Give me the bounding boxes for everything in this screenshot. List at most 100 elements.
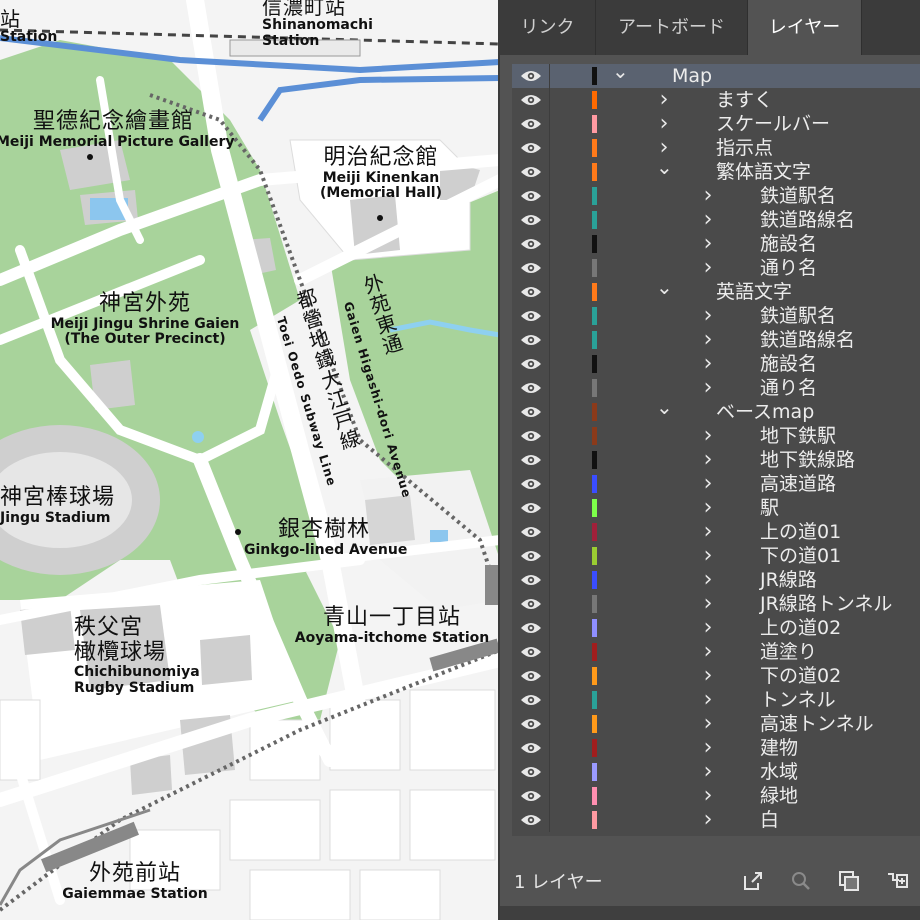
layer-row[interactable]: › 上の道01: [512, 520, 920, 544]
chevron-right-icon[interactable]: ›: [700, 256, 716, 280]
visibility-eye-icon[interactable]: [520, 285, 542, 299]
visibility-eye-icon[interactable]: [520, 141, 542, 155]
chevron-right-icon[interactable]: ›: [700, 496, 716, 520]
tab-links[interactable]: リンク: [500, 0, 596, 55]
new-sublayer-icon[interactable]: [886, 870, 908, 892]
layer-row[interactable]: › ますく: [512, 88, 920, 112]
layer-row[interactable]: › 通り名: [512, 376, 920, 400]
layer-row[interactable]: › JR線路: [512, 568, 920, 592]
visibility-eye-icon[interactable]: [520, 717, 542, 731]
layer-row[interactable]: › 地下鉄駅: [512, 424, 920, 448]
chevron-right-icon[interactable]: ›: [700, 328, 716, 352]
layer-row[interactable]: › 道塗り: [512, 640, 920, 664]
layer-row[interactable]: › 下の道01: [512, 544, 920, 568]
layer-row[interactable]: › 鉄道路線名: [512, 328, 920, 352]
layer-row[interactable]: › 通り名: [512, 256, 920, 280]
visibility-eye-icon[interactable]: [520, 405, 542, 419]
chevron-right-icon[interactable]: ›: [700, 544, 716, 568]
chevron-right-icon[interactable]: ›: [700, 808, 716, 832]
panel-resize-grip[interactable]: [500, 906, 920, 920]
chevron-right-icon[interactable]: ›: [700, 592, 716, 616]
layer-row[interactable]: › 高速道路: [512, 472, 920, 496]
chevron-right-icon[interactable]: ›: [700, 784, 716, 808]
chevron-right-icon[interactable]: ›: [700, 616, 716, 640]
visibility-eye-icon[interactable]: [520, 621, 542, 635]
visibility-eye-icon[interactable]: [520, 549, 542, 563]
layer-row[interactable]: › 水域: [512, 760, 920, 784]
layer-row[interactable]: › 建物: [512, 736, 920, 760]
visibility-eye-icon[interactable]: [520, 813, 542, 827]
layer-row[interactable]: › 上の道02: [512, 616, 920, 640]
layer-row[interactable]: › 下の道02: [512, 664, 920, 688]
visibility-eye-icon[interactable]: [520, 69, 542, 83]
visibility-eye-icon[interactable]: [520, 453, 542, 467]
layer-row[interactable]: › 緑地: [512, 784, 920, 808]
layer-row[interactable]: › 駅: [512, 496, 920, 520]
chevron-right-icon[interactable]: ›: [656, 112, 672, 136]
visibility-eye-icon[interactable]: [520, 597, 542, 611]
visibility-eye-icon[interactable]: [520, 741, 542, 755]
visibility-eye-icon[interactable]: [520, 645, 542, 659]
visibility-eye-icon[interactable]: [520, 237, 542, 251]
layer-list[interactable]: ⌄ Map › ますく › スケールバー › 指示点 ⌄ 繁体語文字 › 鉄道駅名 › 鉄道路線名 › 施設名…: [512, 61, 920, 836]
tab-layers[interactable]: レイヤー: [748, 0, 862, 55]
visibility-eye-icon[interactable]: [520, 669, 542, 683]
visibility-eye-icon[interactable]: [520, 429, 542, 443]
layer-row[interactable]: ⌄ Map: [512, 61, 920, 88]
tab-artboards[interactable]: アートボード: [596, 0, 748, 55]
chevron-right-icon[interactable]: ›: [700, 712, 716, 736]
visibility-eye-icon[interactable]: [520, 165, 542, 179]
chevron-right-icon[interactable]: ›: [700, 664, 716, 688]
visibility-eye-icon[interactable]: [520, 357, 542, 371]
chevron-right-icon[interactable]: ›: [700, 376, 716, 400]
chevron-right-icon[interactable]: ›: [700, 232, 716, 256]
layer-row[interactable]: › 地下鉄線路: [512, 448, 920, 472]
visibility-eye-icon[interactable]: [520, 117, 542, 131]
visibility-eye-icon[interactable]: [520, 333, 542, 347]
visibility-eye-icon[interactable]: [520, 93, 542, 107]
layer-row[interactable]: › トンネル: [512, 688, 920, 712]
chevron-right-icon[interactable]: ›: [700, 568, 716, 592]
layer-row[interactable]: › 施設名: [512, 352, 920, 376]
layer-row[interactable]: › 鉄道路線名: [512, 208, 920, 232]
visibility-eye-icon[interactable]: [520, 789, 542, 803]
layer-row[interactable]: › 白: [512, 808, 920, 832]
chevron-right-icon[interactable]: ›: [700, 184, 716, 208]
map-canvas[interactable]: 站 Station 信濃町站 Shinanomachi Station 聖德紀念…: [0, 0, 500, 920]
export-icon[interactable]: [742, 870, 764, 892]
visibility-eye-icon[interactable]: [520, 573, 542, 587]
chevron-down-icon[interactable]: ⌄: [656, 157, 673, 184]
visibility-eye-icon[interactable]: [520, 477, 542, 491]
visibility-eye-icon[interactable]: [520, 213, 542, 227]
visibility-eye-icon[interactable]: [520, 765, 542, 779]
visibility-eye-icon[interactable]: [520, 381, 542, 395]
chevron-right-icon[interactable]: ›: [700, 760, 716, 784]
chevron-right-icon[interactable]: ›: [700, 424, 716, 448]
chevron-right-icon[interactable]: ›: [700, 448, 716, 472]
layer-row[interactable]: › 鉄道駅名: [512, 304, 920, 328]
chevron-right-icon[interactable]: ›: [700, 640, 716, 664]
layer-row[interactable]: › 鉄道駅名: [512, 184, 920, 208]
chevron-right-icon[interactable]: ›: [700, 304, 716, 328]
visibility-eye-icon[interactable]: [520, 189, 542, 203]
layer-row[interactable]: › スケールバー: [512, 112, 920, 136]
visibility-eye-icon[interactable]: [520, 693, 542, 707]
layer-row[interactable]: › 高速トンネル: [512, 712, 920, 736]
chevron-down-icon[interactable]: ⌄: [656, 277, 673, 304]
chevron-right-icon[interactable]: ›: [700, 472, 716, 496]
search-icon[interactable]: [790, 870, 812, 892]
chevron-right-icon[interactable]: ›: [700, 688, 716, 712]
chevron-right-icon[interactable]: ›: [700, 352, 716, 376]
chevron-down-icon[interactable]: ⌄: [656, 397, 673, 424]
layer-row[interactable]: ⌄ ベースmap: [512, 397, 920, 424]
clipping-mask-icon[interactable]: [838, 870, 860, 892]
chevron-down-icon[interactable]: ⌄: [612, 61, 629, 88]
layer-row[interactable]: › 指示点: [512, 136, 920, 160]
visibility-eye-icon[interactable]: [520, 525, 542, 539]
layer-row[interactable]: › 施設名: [512, 232, 920, 256]
layer-row[interactable]: › JR線路トンネル: [512, 592, 920, 616]
visibility-eye-icon[interactable]: [520, 309, 542, 323]
layer-row[interactable]: ⌄ 英語文字: [512, 277, 920, 304]
chevron-right-icon[interactable]: ›: [700, 208, 716, 232]
chevron-right-icon[interactable]: ›: [700, 520, 716, 544]
